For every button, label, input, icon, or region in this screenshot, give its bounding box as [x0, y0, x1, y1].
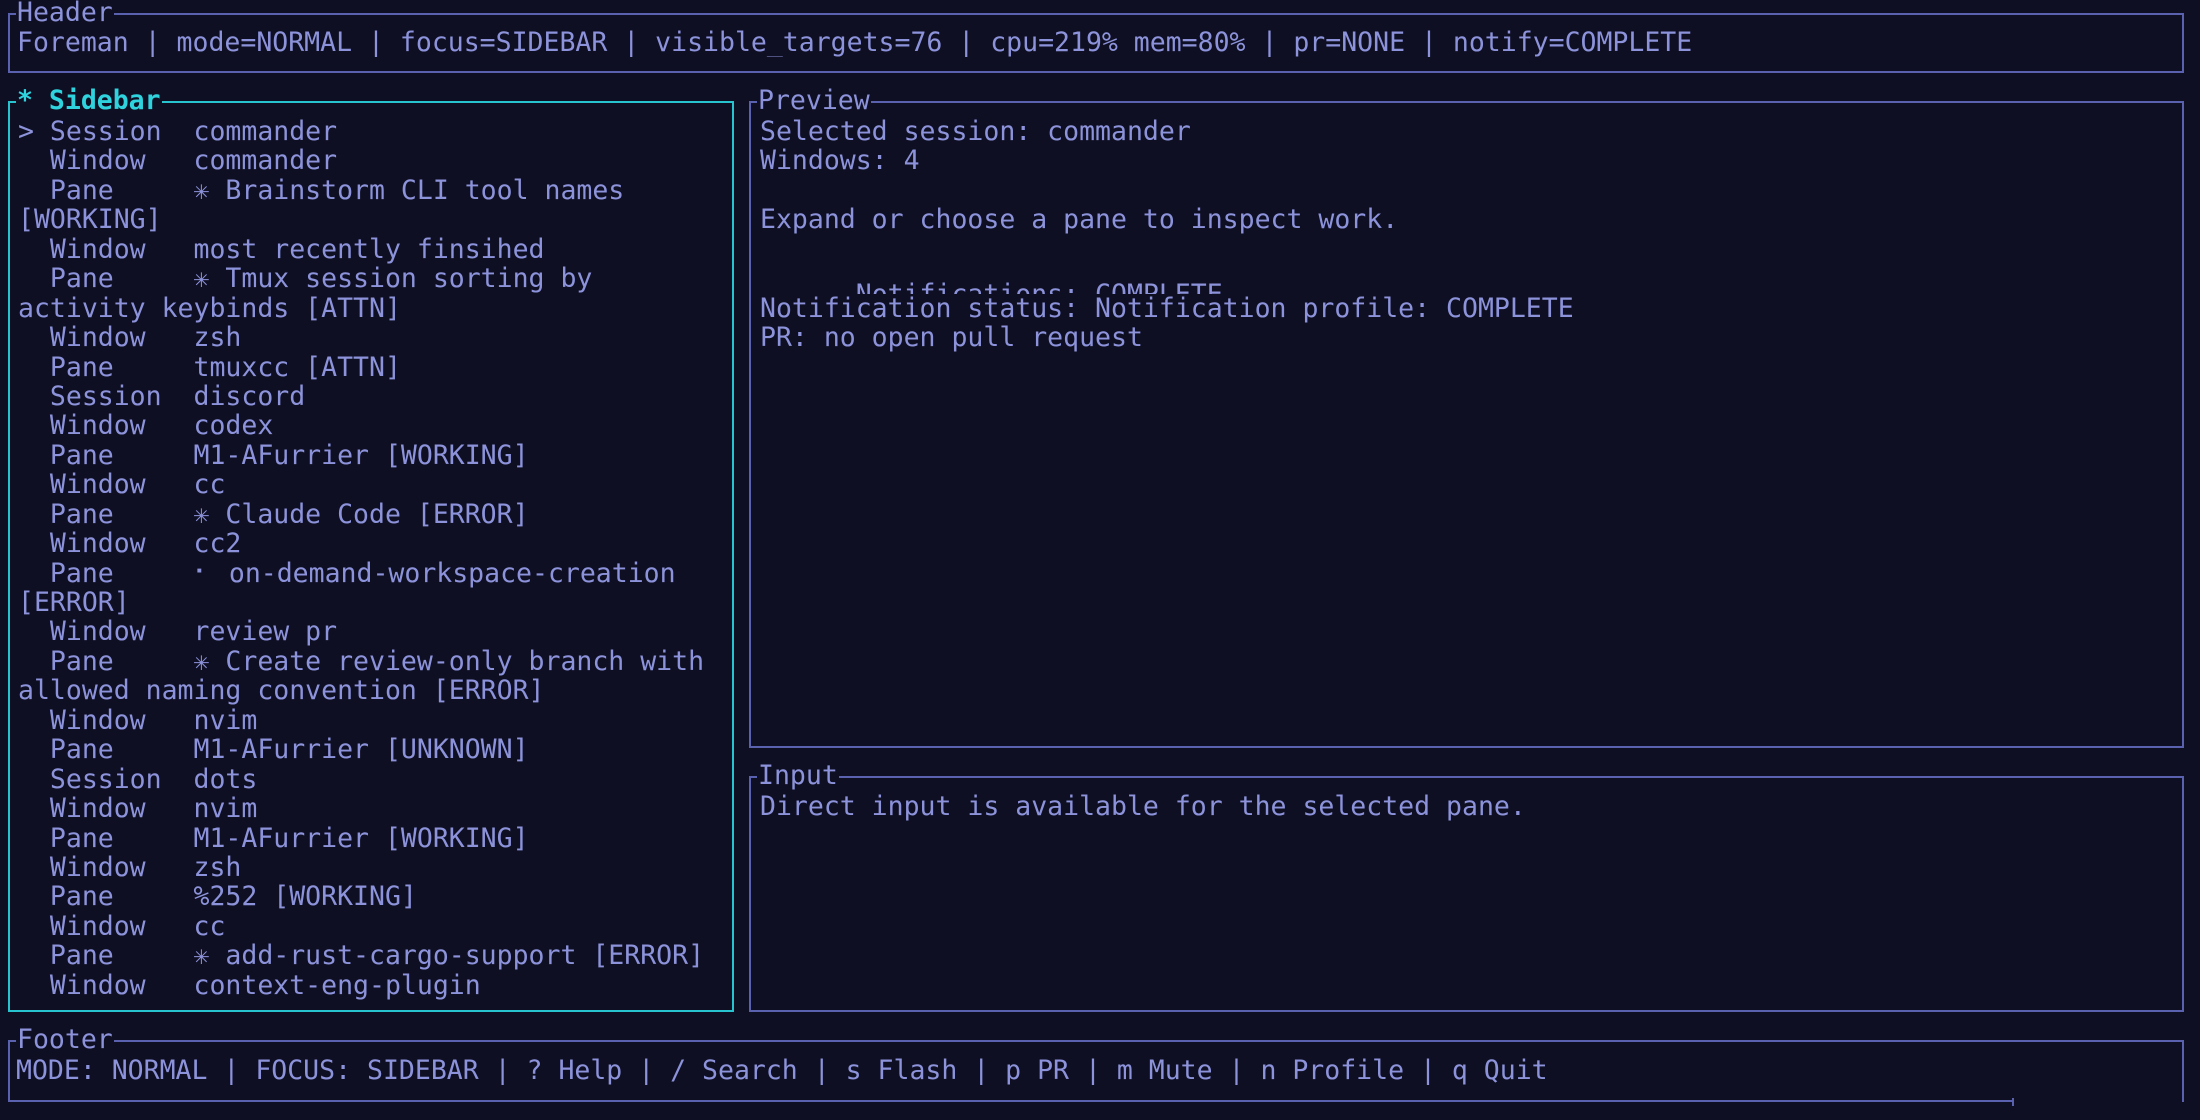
- sidebar-tree-line[interactable]: Pane ✳ add-rust-cargo-support [ERROR]: [18, 941, 726, 970]
- preview-line-pr: PR: no open pull request: [760, 323, 1143, 353]
- preview-line-hint: Expand or choose a pane to inspect work.: [760, 205, 1399, 235]
- sidebar-tree-line[interactable]: Window most recently finsihed: [18, 235, 726, 264]
- footer-title: Footer: [16, 1024, 114, 1055]
- sidebar-tree-line[interactable]: allowed naming convention [ERROR]: [18, 676, 726, 705]
- sidebar-tree-line[interactable]: [WORKING]: [18, 205, 726, 234]
- preview-line-spacer: [760, 235, 2176, 264]
- preview-line-blank: [760, 176, 2176, 205]
- sidebar-tree-line[interactable]: Window zsh: [18, 853, 726, 882]
- footer-bottom-border: [8, 1100, 2014, 1102]
- sidebar-tree-line[interactable]: Pane tmuxcc [ATTN]: [18, 353, 726, 382]
- preview-line-notifications: Notifications: COMPLETE: [760, 264, 2176, 293]
- sidebar-tree-line[interactable]: Window cc2: [18, 529, 726, 558]
- sidebar-tree-line[interactable]: Window nvim: [18, 794, 726, 823]
- footer-panel: Footer MODE: NORMAL | FOCUS: SIDEBAR | ?…: [8, 1025, 2184, 1102]
- sidebar-tree-line[interactable]: Window cc: [18, 912, 726, 941]
- sidebar-tree-line[interactable]: Window context-eng-plugin: [18, 971, 726, 1000]
- preview-panel: Preview Selected session: commander Wind…: [749, 86, 2184, 748]
- sidebar-tree-line[interactable]: Pane ✳ Create review-only branch with: [18, 647, 726, 676]
- sidebar-tree-line[interactable]: activity keybinds [ATTN]: [18, 294, 726, 323]
- input-panel[interactable]: Input Direct input is available for the …: [749, 761, 2184, 1012]
- header-panel: Header Foreman | mode=NORMAL | focus=SID…: [8, 0, 2184, 73]
- sidebar-tree-line[interactable]: [ERROR]: [18, 588, 726, 617]
- sidebar-tree-line[interactable]: Window cc: [18, 470, 726, 499]
- sidebar-tree-line[interactable]: Pane %252 [WORKING]: [18, 882, 726, 911]
- sidebar-tree-line[interactable]: Pane ✳ Tmux session sorting by: [18, 264, 726, 293]
- sidebar-tree-line[interactable]: Pane ✳ Brainstorm CLI tool names: [18, 176, 726, 205]
- sidebar-tree-line[interactable]: Window review pr: [18, 617, 726, 646]
- sidebar-title: * Sidebar: [16, 85, 162, 116]
- sidebar-tree-line[interactable]: Window codex: [18, 411, 726, 440]
- sidebar-tree-line[interactable]: Window zsh: [18, 323, 726, 352]
- sidebar-tree-line[interactable]: Pane ⠂ on-demand-workspace-creation: [18, 559, 726, 588]
- preview-line-session: Selected session: commander: [760, 117, 1191, 147]
- sidebar-tree-line[interactable]: Pane M1-AFurrier [WORKING]: [18, 441, 726, 470]
- sidebar-tree-line[interactable]: Window nvim: [18, 706, 726, 735]
- preview-line-windows: Windows: 4: [760, 146, 920, 176]
- sidebar-tree[interactable]: > Session commander Window commander Pan…: [18, 117, 726, 1000]
- sidebar-tree-line[interactable]: Pane ✳ Claude Code [ERROR]: [18, 500, 726, 529]
- input-hint-text[interactable]: Direct input is available for the select…: [760, 792, 2176, 821]
- sidebar-panel[interactable]: * Sidebar > Session commander Window com…: [8, 86, 734, 1012]
- footer-keybinds: MODE: NORMAL | FOCUS: SIDEBAR | ? Help |…: [16, 1056, 1548, 1086]
- sidebar-tree-line[interactable]: Pane M1-AFurrier [UNKNOWN]: [18, 735, 726, 764]
- header-status-line: Foreman | mode=NORMAL | focus=SIDEBAR | …: [17, 28, 1693, 58]
- sidebar-tree-line[interactable]: Pane M1-AFurrier [WORKING]: [18, 824, 726, 853]
- sidebar-tree-line[interactable]: Session dots: [18, 765, 726, 794]
- preview-notifications-text: Notifications: COMPLETE: [856, 279, 1223, 293]
- preview-title: Preview: [757, 85, 871, 116]
- sidebar-tree-line[interactable]: Window commander: [18, 146, 726, 175]
- input-title: Input: [757, 760, 839, 791]
- footer-corner-mark: [2012, 1098, 2014, 1106]
- sidebar-tree-line[interactable]: Session discord: [18, 382, 726, 411]
- preview-line-notification-status: Notification status: Notification profil…: [760, 293, 1574, 324]
- header-title: Header: [16, 0, 114, 28]
- sidebar-tree-line[interactable]: > Session commander: [18, 117, 726, 146]
